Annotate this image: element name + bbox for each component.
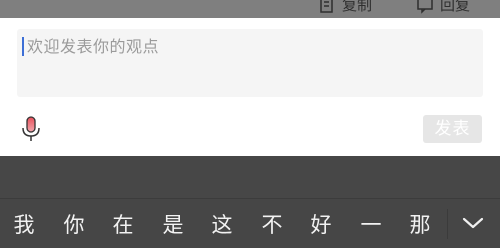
reply-label: 回复: [440, 0, 471, 14]
keyboard-header: [0, 156, 500, 198]
comment-placeholder: 欢迎发表你的观点: [27, 37, 160, 56]
copy-icon: [320, 0, 333, 13]
candidate-word[interactable]: 好: [308, 211, 334, 239]
candidate-word[interactable]: 这: [209, 211, 235, 239]
comment-sheet: 欢迎发表你的观点 发表: [0, 18, 500, 156]
reply-icon: [417, 0, 433, 14]
candidate-word[interactable]: 一: [358, 211, 384, 239]
comment-input[interactable]: 欢迎发表你的观点: [17, 29, 483, 97]
copy-label: 复制: [342, 0, 373, 14]
candidate-word[interactable]: 你: [61, 211, 87, 239]
reply-button[interactable]: 回复: [416, 0, 470, 15]
candidate-bar: 我 你 在 是 这 不 好 一 那: [0, 198, 500, 248]
top-action-bar: 复制 回复: [0, 0, 500, 18]
candidate-word[interactable]: 不: [259, 211, 285, 239]
submit-button[interactable]: 发表: [423, 115, 482, 143]
candidate-word[interactable]: 我: [11, 211, 37, 239]
candidate-word[interactable]: 那: [407, 211, 433, 239]
text-caret: [22, 37, 24, 56]
candidate-word[interactable]: 是: [160, 211, 186, 239]
chevron-down-icon[interactable]: [460, 213, 486, 233]
candidate-word[interactable]: 在: [110, 211, 136, 239]
microphone-icon[interactable]: [20, 116, 42, 142]
copy-button[interactable]: 复制: [318, 0, 372, 15]
screen: 复制 回复 欢迎发表你的观点 发表 我 你 在 是 这 不 好 一 那: [0, 0, 500, 248]
chevron-divider: [447, 209, 448, 239]
